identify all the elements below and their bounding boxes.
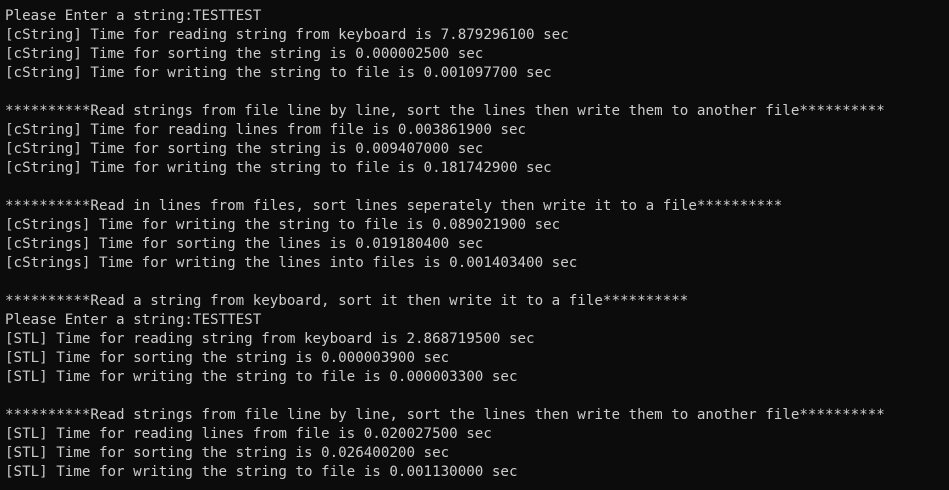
terminal-line: [STL] Time for reading string from keybo… — [5, 331, 535, 347]
section-header-line: **********Read a string from keyboard, s… — [5, 293, 689, 309]
terminal-line: [cString] Time for reading string from k… — [5, 27, 569, 43]
terminal-line: [cString] Time for sorting the string is… — [5, 141, 484, 157]
terminal-line: [cString] Time for writing the string to… — [5, 65, 552, 81]
section-header-line: **********Read strings from file line by… — [5, 103, 885, 119]
section-header-line: **********Read strings from file line by… — [5, 407, 885, 423]
terminal-line: [STL] Time for writing the string to fil… — [5, 369, 518, 385]
terminal-line: [cStrings] Time for writing the string t… — [5, 217, 561, 233]
terminal-output[interactable]: Please Enter a string:TESTTEST [cString]… — [0, 0, 949, 490]
terminal-line: [STL] Time for sorting the string is 0.0… — [5, 350, 450, 366]
terminal-line: [cStrings] Time for sorting the lines is… — [5, 236, 484, 252]
terminal-line: [cStrings] Time for writing the lines in… — [5, 255, 578, 271]
terminal-line: [STL] Time for reading lines from file i… — [5, 426, 492, 442]
terminal-line: Please Enter a string:TESTTEST — [5, 312, 262, 328]
section-header-line: **********Read in lines from files, sort… — [5, 198, 783, 214]
terminal-line: [STL] Time for writing the string to fil… — [5, 464, 518, 480]
terminal-line: [cString] Time for sorting the string is… — [5, 46, 484, 62]
terminal-line: [cString] Time for reading lines from fi… — [5, 122, 527, 138]
terminal-line: [STL] Time for sorting the string is 0.0… — [5, 445, 450, 461]
terminal-line: [cString] Time for writing the string to… — [5, 160, 552, 176]
terminal-line: Please Enter a string:TESTTEST — [5, 8, 262, 24]
